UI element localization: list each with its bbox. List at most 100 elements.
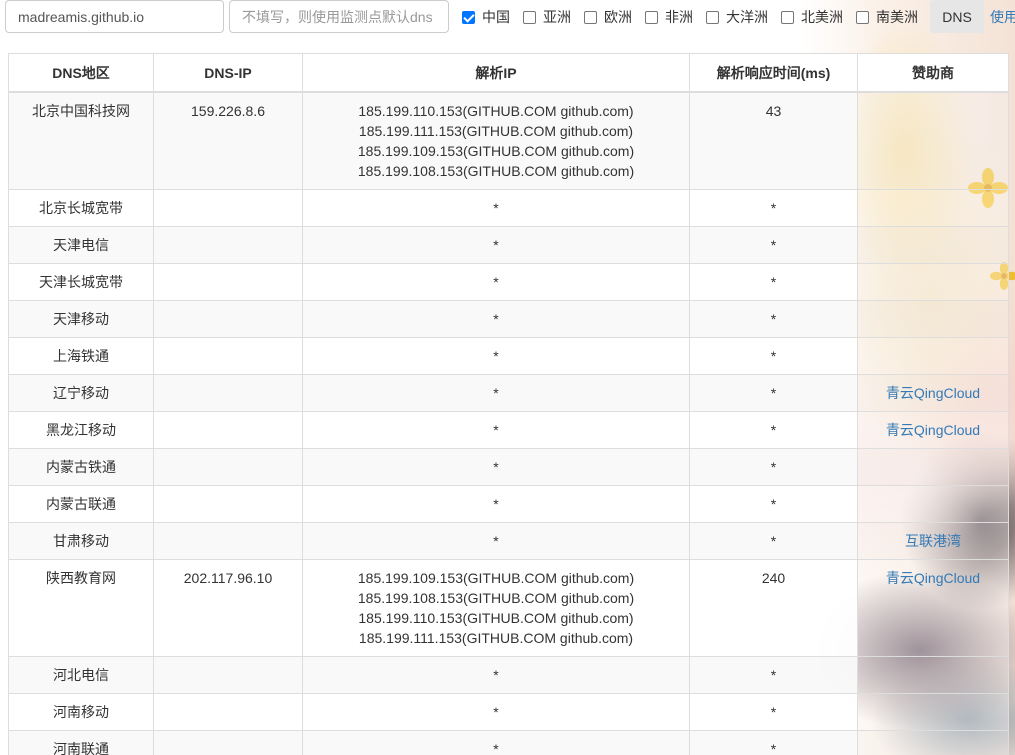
cell-sponsor — [857, 91, 1009, 190]
sponsor-link[interactable]: 青云QingCloud — [886, 385, 980, 401]
cell-dns-ip — [153, 188, 303, 227]
cell-resolved-ip: * — [302, 299, 690, 338]
cell-resolved-ip: * — [302, 188, 690, 227]
sponsor-link[interactable]: 青云QingCloud — [886, 570, 980, 586]
resolved-ip-entry: * — [493, 458, 499, 475]
resolved-ip-entry: 185.199.111.153(GITHUB.COM github.com) — [358, 629, 634, 646]
column-header-dns-ip: DNS-IP — [153, 53, 303, 93]
cell-dns-ip: 159.226.8.6 — [153, 91, 303, 190]
resolved-ip-entry: 185.199.109.153(GITHUB.COM github.com) — [357, 142, 635, 159]
cell-resolved-ip: * — [302, 447, 690, 486]
cell-dns-region: 内蒙古铁通 — [8, 447, 154, 486]
cell-dns-ip — [153, 225, 303, 264]
cell-response-time: * — [689, 336, 858, 375]
cell-sponsor: 青云QingCloud — [857, 558, 1009, 657]
region-checkbox[interactable] — [706, 10, 719, 24]
region-filter-group: 中国 亚洲 欧洲 非洲 大洋洲 北美洲 南美洲 — [462, 7, 931, 27]
dns-button[interactable]: DNS — [930, 0, 984, 33]
cell-resolved-ip: * — [302, 373, 690, 412]
resolved-ip-entry: 185.199.110.153(GITHUB.COM github.com) — [358, 609, 634, 626]
cell-dns-region: 天津电信 — [8, 225, 154, 264]
cell-response-time: 240 — [689, 558, 858, 657]
cell-response-time: * — [689, 373, 858, 412]
cell-dns-region: 黑龙江移动 — [8, 410, 154, 449]
cell-dns-region: 辽宁移动 — [8, 373, 154, 412]
cell-resolved-ip: * — [302, 484, 690, 523]
cell-resolved-ip: * — [302, 262, 690, 301]
resolved-ip-entry: 185.199.109.153(GITHUB.COM github.com) — [357, 569, 635, 586]
cell-dns-region: 上海铁通 — [8, 336, 154, 375]
region-checkbox[interactable] — [645, 10, 658, 24]
region-label: 中国 — [482, 9, 510, 25]
cell-dns-region: 天津移动 — [8, 299, 154, 338]
region-label: 欧洲 — [604, 9, 632, 25]
table-row: 内蒙古铁通 * * — [8, 447, 1009, 486]
resolved-ip-entry: 185.199.108.153(GITHUB.COM github.com) — [357, 162, 635, 179]
region-filter-option[interactable]: 非洲 — [645, 7, 693, 27]
cell-resolved-ip: 185.199.110.153(GITHUB.COM github.com) 18… — [302, 91, 690, 190]
table-body: 北京中国科技网 159.226.8.6 185.199.110.153(GITHUB… — [8, 91, 1009, 755]
region-filter-option[interactable]: 亚洲 — [523, 7, 571, 27]
cell-dns-ip — [153, 655, 303, 694]
cell-response-time: * — [689, 225, 858, 264]
table-row: 北京长城宽带 * * — [8, 188, 1009, 227]
resolved-ip-entry: * — [493, 532, 499, 549]
cell-sponsor — [857, 692, 1009, 731]
table-row: 北京中国科技网 159.226.8.6 185.199.110.153(GITHUB… — [8, 91, 1009, 190]
resolved-ip-entry: 185.199.110.153(GITHUB.COM github.com) — [358, 102, 634, 119]
cell-sponsor — [857, 299, 1009, 338]
cell-dns-ip — [153, 729, 303, 755]
table-row: 上海铁通 * * — [8, 336, 1009, 375]
region-checkbox[interactable] — [462, 10, 475, 24]
region-filter-option[interactable]: 北美洲 — [781, 7, 843, 27]
cell-dns-region: 北京中国科技网 — [8, 91, 154, 190]
cell-response-time: * — [689, 729, 858, 755]
region-filter-option[interactable]: 中国 — [462, 7, 510, 27]
cell-resolved-ip: * — [302, 655, 690, 694]
cell-sponsor — [857, 336, 1009, 375]
table-row: 甘肃移动 * * 互联港湾 — [8, 521, 1009, 560]
region-label: 大洋洲 — [726, 9, 768, 25]
resolved-ip-entry: * — [493, 495, 499, 512]
table-row: 陕西教育网 202.117.96.10 185.199.109.153(GITHUB… — [8, 558, 1009, 657]
region-checkbox[interactable] — [584, 10, 597, 24]
sponsor-link[interactable]: 互联港湾 — [905, 533, 961, 549]
region-filter-option[interactable]: 南美洲 — [856, 7, 918, 27]
cell-dns-ip — [153, 262, 303, 301]
region-label: 南美洲 — [876, 9, 918, 25]
cell-sponsor — [857, 262, 1009, 301]
cell-resolved-ip: * — [302, 521, 690, 560]
resolved-ip-entry: * — [493, 384, 499, 401]
table-row: 河南移动 * * — [8, 692, 1009, 731]
resolved-ip-entry: * — [493, 199, 499, 216]
domain-input[interactable] — [5, 0, 224, 33]
cell-sponsor — [857, 188, 1009, 227]
cell-resolved-ip: * — [302, 225, 690, 264]
cell-dns-region: 甘肃移动 — [8, 521, 154, 560]
resolved-ip-entry: * — [493, 310, 499, 327]
custom-dns-input[interactable] — [229, 0, 449, 33]
cell-resolved-ip: * — [302, 410, 690, 449]
use-link[interactable]: 使用 — [990, 7, 1015, 27]
cell-dns-ip — [153, 521, 303, 560]
region-checkbox[interactable] — [523, 10, 536, 24]
cell-dns-region: 北京长城宽带 — [8, 188, 154, 227]
cell-sponsor: 青云QingCloud — [857, 373, 1009, 412]
region-filter-option[interactable]: 大洋洲 — [706, 7, 768, 27]
region-filter-option[interactable]: 欧洲 — [584, 7, 632, 27]
resolved-ip-entry: * — [493, 347, 499, 364]
cell-response-time: 43 — [689, 91, 858, 190]
sponsor-link[interactable]: 青云QingCloud — [886, 422, 980, 438]
cell-response-time: * — [689, 521, 858, 560]
resolved-ip-entry: * — [493, 666, 499, 683]
region-checkbox[interactable] — [856, 10, 869, 24]
table-row: 天津移动 * * — [8, 299, 1009, 338]
cell-resolved-ip: * — [302, 692, 690, 731]
cell-sponsor — [857, 225, 1009, 264]
cell-response-time: * — [689, 447, 858, 486]
cell-sponsor: 互联港湾 — [857, 521, 1009, 560]
cell-dns-region: 天津长城宽带 — [8, 262, 154, 301]
table-row: 天津电信 * * — [8, 225, 1009, 264]
cell-dns-region: 河南联通 — [8, 729, 154, 755]
region-checkbox[interactable] — [781, 10, 794, 24]
